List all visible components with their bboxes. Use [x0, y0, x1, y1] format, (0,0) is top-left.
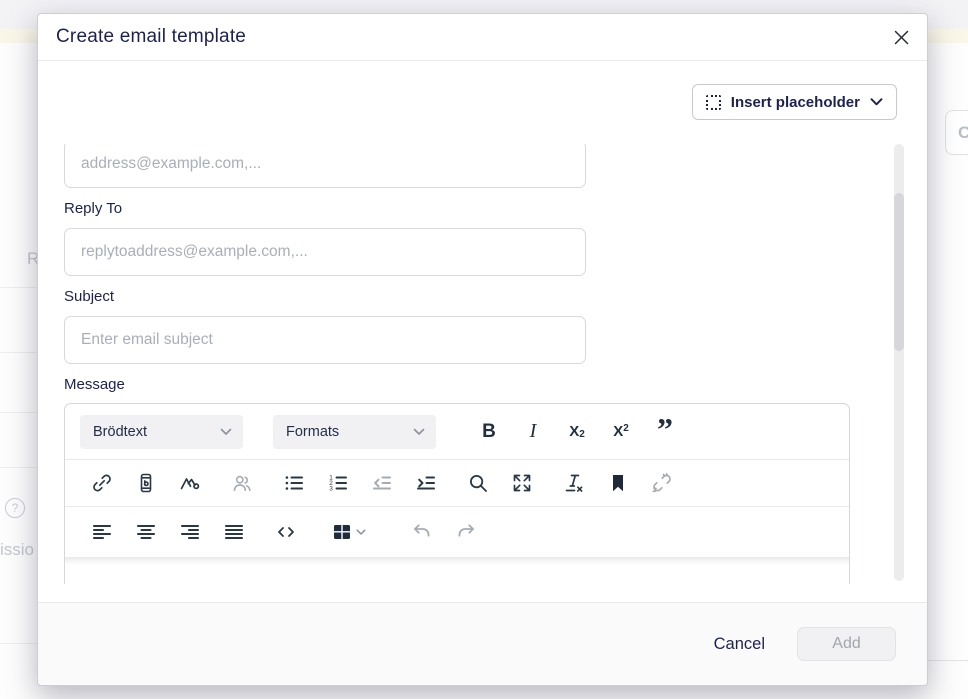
- divider: [0, 643, 37, 644]
- insert-image-button[interactable]: [178, 468, 202, 498]
- subscript-button[interactable]: X2: [558, 415, 596, 449]
- form: Reply To Subject Message Brödtext: [38, 144, 918, 584]
- search-icon: [466, 471, 490, 495]
- indent-icon: [414, 471, 438, 495]
- bullet-list-icon: [282, 471, 306, 495]
- anchor-bookmark-icon: [606, 471, 630, 495]
- undo-button[interactable]: [410, 517, 434, 547]
- outdent-icon: [370, 471, 394, 495]
- insert-placeholder-label: Insert placeholder: [731, 94, 860, 111]
- dialog-scrollbar-track[interactable]: [894, 144, 904, 581]
- superscript-button[interactable]: X2: [602, 415, 640, 449]
- fullscreen-icon: [510, 471, 534, 495]
- screen: revie will R ? issio C Create email temp…: [0, 0, 968, 699]
- message-label: Message: [64, 376, 918, 394]
- numbered-list-button[interactable]: 123: [326, 468, 350, 498]
- bold-button[interactable]: B: [470, 415, 508, 449]
- people-button[interactable]: [230, 468, 254, 498]
- unlink-icon: [650, 471, 674, 495]
- undo-icon: [410, 520, 434, 544]
- close-button[interactable]: [891, 27, 911, 47]
- table-icon: [330, 520, 354, 544]
- block-format-value: Brödtext: [93, 424, 147, 440]
- reply-to-input[interactable]: [64, 228, 586, 276]
- editor-toolbar-row-3: [65, 507, 849, 557]
- outdent-button[interactable]: [370, 468, 394, 498]
- divider: [0, 467, 37, 468]
- editor-toolbar-row-2: 123: [65, 460, 849, 506]
- align-right-icon: [178, 520, 202, 544]
- dialog-title: Create email template: [56, 26, 246, 48]
- indent-button[interactable]: [414, 468, 438, 498]
- align-right-button[interactable]: [178, 517, 202, 547]
- blockquote-icon: ”: [657, 424, 673, 440]
- align-left-button[interactable]: [90, 517, 114, 547]
- redo-icon: [454, 520, 478, 544]
- mobile-content-button[interactable]: [134, 468, 158, 498]
- editor-content-area[interactable]: [65, 565, 849, 584]
- unlink-button[interactable]: [650, 468, 674, 498]
- code-icon: [274, 520, 298, 544]
- formats-select[interactable]: Formats: [273, 415, 436, 449]
- subscript-icon: X2: [569, 423, 585, 440]
- align-center-button[interactable]: [134, 517, 158, 547]
- subject-input[interactable]: [64, 316, 586, 364]
- italic-button[interactable]: I: [514, 415, 552, 449]
- insert-image-icon: [178, 471, 202, 495]
- cancel-button[interactable]: Cancel: [714, 635, 765, 654]
- dialog-header: Create email template: [38, 14, 927, 61]
- link-icon: [90, 471, 114, 495]
- clear-formatting-button[interactable]: [562, 468, 586, 498]
- link-button[interactable]: [90, 468, 114, 498]
- send-to-input[interactable]: [64, 144, 586, 188]
- divider: [0, 352, 37, 353]
- align-center-icon: [134, 520, 158, 544]
- align-justify-button[interactable]: [222, 517, 246, 547]
- chevron-down-icon: [220, 428, 232, 436]
- help-icon: ?: [5, 498, 25, 518]
- bullet-list-button[interactable]: [282, 468, 306, 498]
- people-icon: [230, 471, 254, 495]
- reply-to-label: Reply To: [64, 200, 918, 218]
- close-icon: [893, 29, 910, 46]
- italic-icon: I: [530, 420, 537, 443]
- mobile-content-icon: [134, 471, 158, 495]
- background-permission-text: issio: [0, 540, 34, 560]
- divider: [928, 660, 968, 661]
- formats-value: Formats: [286, 424, 339, 440]
- align-justify-icon: [222, 520, 246, 544]
- redo-button[interactable]: [454, 517, 478, 547]
- dialog-scroll-area: Reply To Subject Message Brödtext: [38, 144, 918, 584]
- bold-icon: B: [482, 421, 496, 443]
- add-button[interactable]: Add: [797, 627, 896, 661]
- dotted-square-icon: [706, 95, 721, 110]
- fullscreen-button[interactable]: [510, 468, 534, 498]
- code-button[interactable]: [274, 517, 298, 547]
- divider: [0, 412, 37, 413]
- chevron-down-icon: [356, 529, 366, 536]
- editor-toolbar-row-1: Brödtext Formats B: [65, 404, 849, 459]
- search-button[interactable]: [466, 468, 490, 498]
- toolbar-shadow: [65, 558, 849, 565]
- table-button[interactable]: [326, 515, 370, 549]
- divider: [0, 287, 37, 288]
- insert-placeholder-button[interactable]: Insert placeholder: [692, 84, 897, 120]
- block-format-select[interactable]: Brödtext: [80, 415, 243, 449]
- blockquote-button[interactable]: ”: [646, 415, 684, 449]
- subject-label: Subject: [64, 288, 918, 306]
- svg-text:3: 3: [329, 486, 333, 493]
- dialog-scrollbar-thumb[interactable]: [894, 193, 904, 351]
- background-partial-button: C: [945, 110, 968, 155]
- chevron-down-icon: [413, 428, 425, 436]
- create-email-template-dialog: Create email template Insert placeholder…: [37, 13, 928, 686]
- numbered-list-icon: 123: [326, 471, 350, 495]
- align-left-icon: [90, 520, 114, 544]
- dialog-footer: Cancel Add: [38, 602, 927, 685]
- chevron-down-icon: [870, 98, 883, 106]
- clear-formatting-icon: [562, 471, 586, 495]
- superscript-icon: X2: [613, 423, 629, 440]
- message-rich-text-editor: Brödtext Formats B: [64, 403, 850, 584]
- anchor-button[interactable]: [606, 468, 630, 498]
